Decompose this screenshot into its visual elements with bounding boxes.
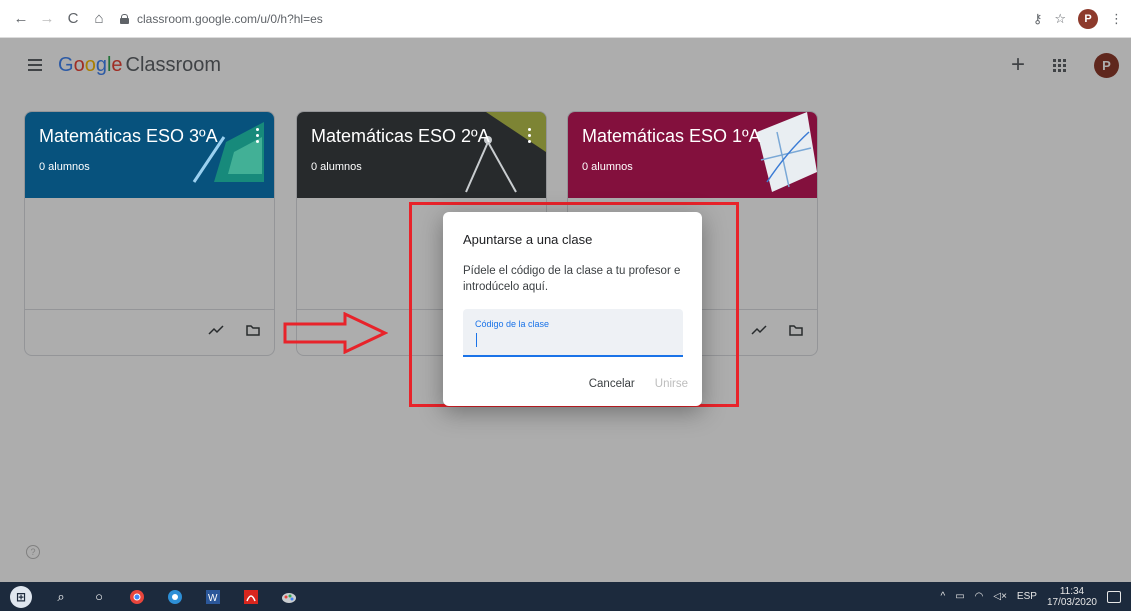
annotation-arrow-icon <box>283 312 388 354</box>
class-code-field[interactable]: Código de la clase <box>463 309 683 357</box>
word-icon[interactable]: W <box>204 588 222 606</box>
svg-text:W: W <box>208 593 218 604</box>
text-caret <box>476 333 477 347</box>
browser-toolbar: ← → C ⌂ classroom.google.com/u/0/h?hl=es… <box>0 0 1131 38</box>
url-text: classroom.google.com/u/0/h?hl=es <box>137 11 323 26</box>
speaker-muted-icon[interactable]: ◁× <box>993 591 1007 602</box>
compass-illustration-icon <box>465 112 546 193</box>
back-arrow-icon[interactable]: ← <box>10 8 32 30</box>
battery-icon[interactable]: ▭ <box>955 591 964 602</box>
key-icon[interactable]: ⚷ <box>1033 11 1043 27</box>
clock-time: 11:34 <box>1059 585 1085 597</box>
wifi-icon[interactable]: ◠ <box>975 591 984 602</box>
clock-date: 17/03/2020 <box>1046 596 1097 608</box>
chrome-icon[interactable] <box>128 588 146 606</box>
dialog-description: Pídele el código de la clase a tu profes… <box>463 265 681 293</box>
edge-browser-icon[interactable] <box>166 588 184 606</box>
star-icon[interactable]: ☆ <box>1054 11 1066 27</box>
cortana-icon[interactable]: ○ <box>90 588 108 606</box>
start-button[interactable]: ⊞ <box>10 585 32 608</box>
class-title[interactable]: Matemáticas ESO 1ºA <box>582 126 803 147</box>
dialog-title: Apuntarse a una clase <box>463 232 593 247</box>
system-tray: ^ ▭ ◠ ◁× ESP 11:34 17/03/2020 <box>941 582 1121 611</box>
forward-arrow-icon[interactable]: → <box>36 8 58 30</box>
lock-icon <box>120 13 129 24</box>
join-class-dialog: Apuntarse a una clase Pídele el código d… <box>443 212 702 406</box>
search-icon[interactable]: ⌕ <box>52 588 70 606</box>
class-student-count: 0 alumnos <box>311 161 362 173</box>
chevron-up-icon[interactable]: ^ <box>941 591 946 602</box>
join-button[interactable]: Unirse <box>655 378 688 390</box>
address-bar[interactable]: classroom.google.com/u/0/h?hl=es <box>120 6 323 32</box>
more-vert-icon[interactable] <box>256 128 260 143</box>
paint-icon[interactable] <box>280 588 298 606</box>
graph-paper-illustration-icon <box>757 112 817 192</box>
clock[interactable]: 11:34 17/03/2020 <box>1047 586 1097 608</box>
class-code-label: Código de la clase <box>475 319 550 329</box>
notification-icon[interactable] <box>1107 590 1121 603</box>
more-vert-icon[interactable]: ⋮ <box>1110 11 1123 27</box>
home-icon[interactable]: ⌂ <box>88 8 110 30</box>
language-indicator[interactable]: ESP <box>1017 591 1037 602</box>
more-vert-icon[interactable] <box>528 128 532 143</box>
class-title[interactable]: Matemáticas ESO 3ºA <box>39 126 260 147</box>
cancel-button[interactable]: Cancelar <box>589 378 635 390</box>
class-student-count: 0 alumnos <box>39 161 90 173</box>
screen: ← → C ⌂ classroom.google.com/u/0/h?hl=es… <box>0 0 1131 611</box>
math-illustration-icon <box>192 122 264 183</box>
acrobat-icon[interactable] <box>242 588 260 606</box>
class-title[interactable]: Matemáticas ESO 2ºA <box>311 126 532 147</box>
reload-icon[interactable]: C <box>62 8 84 30</box>
windows-taskbar: ⊞ ⌕ ○ W ^ ▭ ◠ ◁× ESP 11:34 17/03/2020 <box>0 582 1131 611</box>
class-code-input[interactable] <box>475 331 675 349</box>
browser-profile-avatar[interactable]: P <box>1078 9 1098 29</box>
class-student-count: 0 alumnos <box>582 161 633 173</box>
